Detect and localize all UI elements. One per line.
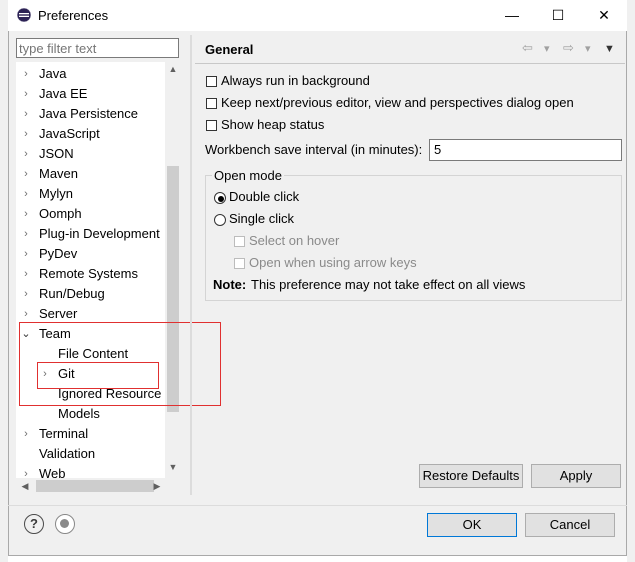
double-click-radio[interactable] bbox=[214, 192, 226, 204]
highlight-box-git bbox=[37, 362, 159, 389]
filter-input[interactable] bbox=[16, 38, 179, 58]
minimize-button[interactable]: — bbox=[489, 0, 535, 31]
tree-item-label: Models bbox=[58, 406, 100, 421]
import-export-icon[interactable] bbox=[55, 514, 75, 534]
view-menu-icon[interactable]: ▼ bbox=[604, 43, 615, 55]
background-app-left bbox=[0, 0, 8, 562]
tree-item-label: Oomph bbox=[39, 206, 82, 221]
page-title: General bbox=[205, 42, 254, 57]
chevron-right-icon[interactable]: › bbox=[20, 204, 32, 224]
tree-item-label: Maven bbox=[39, 166, 79, 181]
keep-next-previous-label: Keep next/previous editor, view and pers… bbox=[221, 95, 574, 110]
double-click-label: Double click bbox=[229, 189, 300, 204]
back-dropdown-icon[interactable]: ▾ bbox=[544, 42, 550, 55]
restore-defaults-button[interactable]: Restore Defaults bbox=[419, 464, 523, 488]
keep-next-previous-checkbox[interactable] bbox=[206, 98, 217, 109]
single-click-radio[interactable] bbox=[214, 214, 226, 226]
select-on-hover-checkbox[interactable] bbox=[234, 236, 245, 247]
note-text: This preference may not take effect on a… bbox=[251, 277, 526, 292]
footer-separator bbox=[8, 505, 627, 506]
tree-item-label: JSON bbox=[39, 146, 74, 161]
tree-item-label: JavaScript bbox=[39, 126, 100, 141]
chevron-right-icon[interactable]: › bbox=[20, 244, 32, 264]
preferences-tree: › Java › Java EE › Java Persistence › Ja… bbox=[16, 62, 181, 494]
open-arrow-keys-label: Open when using arrow keys bbox=[249, 255, 417, 270]
always-run-background-label: Always run in background bbox=[221, 73, 370, 88]
chevron-right-icon[interactable]: › bbox=[20, 424, 32, 444]
chevron-right-icon[interactable]: › bbox=[20, 104, 32, 124]
eclipse-icon bbox=[16, 7, 32, 23]
open-arrow-keys-checkbox[interactable] bbox=[234, 258, 245, 269]
save-interval-label: Workbench save interval (in minutes): bbox=[205, 142, 423, 157]
record-dot-icon bbox=[60, 519, 69, 528]
chevron-right-icon[interactable]: › bbox=[20, 304, 32, 324]
forward-dropdown-icon[interactable]: ▾ bbox=[585, 42, 591, 55]
chevron-right-icon[interactable]: › bbox=[20, 64, 32, 84]
tree-item-label: Server bbox=[39, 306, 78, 321]
chevron-right-icon[interactable]: › bbox=[20, 284, 32, 304]
help-icon[interactable]: ? bbox=[24, 514, 44, 534]
radio-selected-dot bbox=[218, 196, 224, 202]
cancel-button[interactable]: Cancel bbox=[525, 513, 615, 537]
tree-item-label: Validation bbox=[39, 446, 96, 461]
tree-item-label: Mylyn bbox=[39, 186, 73, 201]
back-arrow-icon[interactable]: ⇦ bbox=[522, 40, 533, 56]
tree-item-label: Run/Debug bbox=[39, 286, 105, 301]
chevron-right-icon[interactable]: › bbox=[20, 224, 32, 244]
ok-button[interactable]: OK bbox=[427, 513, 517, 537]
chevron-right-icon[interactable]: › bbox=[20, 124, 32, 144]
panel-divider[interactable] bbox=[190, 35, 192, 495]
scroll-down-icon[interactable]: ▼ bbox=[167, 462, 179, 476]
tree-item-label: Remote Systems bbox=[39, 266, 138, 281]
save-interval-input[interactable]: 5 bbox=[429, 139, 622, 161]
chevron-right-icon[interactable]: › bbox=[20, 164, 32, 184]
scroll-right-icon[interactable]: ▶ bbox=[150, 478, 164, 494]
header-separator bbox=[195, 63, 625, 64]
tree-item-label: Java EE bbox=[39, 86, 88, 101]
chevron-right-icon[interactable]: › bbox=[20, 184, 32, 204]
scroll-left-icon[interactable]: ◀ bbox=[18, 478, 32, 494]
tree-item-label: PyDev bbox=[39, 246, 78, 261]
select-on-hover-label: Select on hover bbox=[249, 233, 340, 248]
chevron-right-icon[interactable]: › bbox=[20, 84, 32, 104]
chevron-right-icon[interactable]: › bbox=[20, 144, 32, 164]
single-click-label: Single click bbox=[229, 211, 295, 226]
scroll-up-icon[interactable]: ▲ bbox=[167, 64, 179, 78]
tree-item-label: Java bbox=[39, 66, 67, 81]
always-run-background-checkbox[interactable] bbox=[206, 76, 217, 87]
window-title: Preferences bbox=[38, 8, 109, 23]
tree-item-label: Java Persistence bbox=[39, 106, 138, 121]
tree-item-label: Terminal bbox=[39, 426, 89, 441]
open-mode-title: Open mode bbox=[212, 168, 284, 183]
show-heap-status-label: Show heap status bbox=[221, 117, 325, 132]
chevron-right-icon[interactable]: › bbox=[20, 264, 32, 284]
background-app-right bbox=[627, 0, 635, 562]
tree-item-label: Plug-in Development bbox=[39, 226, 160, 241]
forward-arrow-icon[interactable]: ⇨ bbox=[563, 40, 574, 56]
maximize-button[interactable]: ☐ bbox=[535, 0, 581, 31]
tree-horizontal-scroll-thumb[interactable] bbox=[36, 480, 154, 492]
apply-button[interactable]: Apply bbox=[531, 464, 621, 488]
show-heap-status-checkbox[interactable] bbox=[206, 120, 217, 131]
note-label: Note: bbox=[213, 277, 247, 292]
close-button[interactable]: ✕ bbox=[581, 0, 627, 31]
